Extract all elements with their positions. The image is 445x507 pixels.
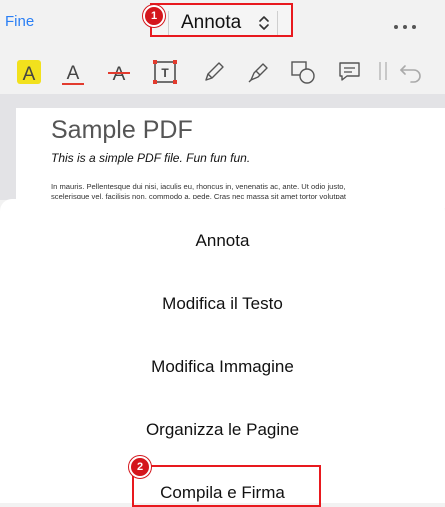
text-box-icon[interactable]: T	[152, 58, 180, 86]
step-badge-2: 2	[129, 456, 151, 478]
step-badge-1: 1	[143, 5, 165, 27]
strikethrough-text-icon[interactable]: A	[106, 58, 134, 86]
mode-menu-sheet: Annota Modifica il Testo Modifica Immagi…	[0, 199, 445, 503]
svg-text:A: A	[23, 64, 36, 85]
toolbar-divider	[379, 62, 381, 80]
undo-icon[interactable]	[397, 58, 425, 86]
comment-icon[interactable]	[336, 58, 364, 86]
menu-item-organizza-pagine[interactable]: Organizza le Pagine	[0, 420, 445, 440]
toolbar-divider	[385, 62, 387, 80]
pdf-title: Sample PDF	[51, 116, 193, 144]
mode-selector-inner: Annota	[168, 11, 278, 35]
shapes-icon[interactable]	[290, 58, 318, 86]
top-bar: Fine Annota 1	[0, 0, 445, 45]
highlight-box-compila-firma	[132, 465, 321, 507]
svg-text:T: T	[161, 66, 169, 80]
highlighter-icon[interactable]	[245, 58, 273, 86]
underline-text-icon[interactable]: A	[60, 58, 88, 86]
menu-item-modifica-immagine[interactable]: Modifica Immagine	[0, 357, 445, 377]
chevron-up-down-icon	[258, 14, 270, 37]
pdf-body-line: In mauris. Pellentesque dui nisi, iaculi…	[51, 182, 346, 191]
svg-text:A: A	[113, 64, 126, 85]
more-options-icon[interactable]	[393, 17, 417, 35]
menu-item-modifica-testo[interactable]: Modifica il Testo	[0, 294, 445, 314]
document-area: Sample PDF This is a simple PDF file. Fu…	[0, 94, 445, 208]
menu-item-annota[interactable]: Annota	[0, 231, 445, 251]
annotation-toolbar: A A A T	[0, 52, 445, 92]
highlight-text-icon[interactable]: A	[16, 58, 44, 86]
mode-label: Annota	[181, 12, 242, 33]
pen-icon[interactable]	[200, 58, 228, 86]
pdf-page: Sample PDF This is a simple PDF file. Fu…	[16, 108, 445, 208]
mode-selector[interactable]: Annota	[150, 3, 293, 37]
pdf-subtitle: This is a simple PDF file. Fun fun fun.	[51, 151, 251, 165]
done-button[interactable]: Fine	[5, 13, 34, 30]
svg-text:A: A	[67, 63, 80, 84]
